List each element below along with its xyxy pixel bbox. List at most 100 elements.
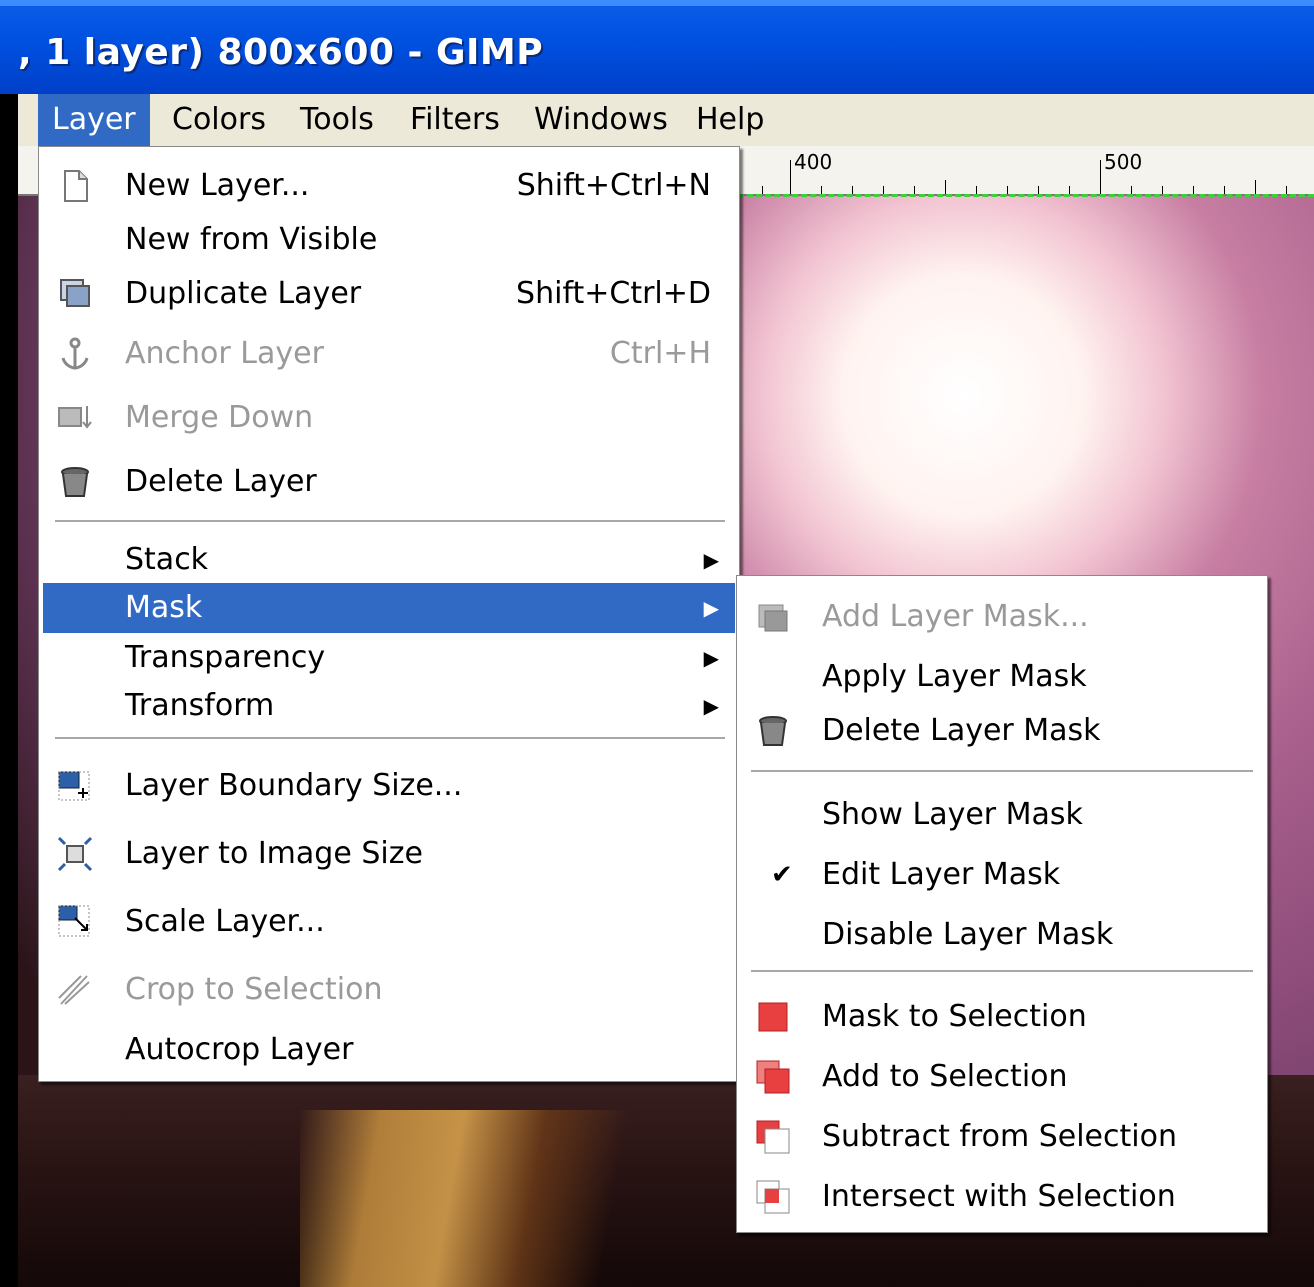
menu-windows[interactable]: Windows	[520, 94, 682, 146]
menu-item-transform[interactable]: Transform ▶	[39, 681, 739, 731]
ruler-tick	[1286, 186, 1287, 194]
layer-to-image-icon	[57, 836, 93, 872]
add-to-selection-icon	[756, 1060, 790, 1094]
menu-item-edit-layer-mask[interactable]: ✔ Edit Layer Mask	[737, 850, 1267, 900]
menu-layer[interactable]: Layer	[38, 94, 150, 146]
ruler-tick	[976, 186, 977, 194]
submenu-arrow-icon: ▶	[703, 548, 719, 572]
submenu-arrow-icon: ▶	[703, 596, 719, 620]
menu-item-add-to-selection[interactable]: Add to Selection	[737, 1052, 1267, 1102]
menu-item-show-layer-mask[interactable]: Show Layer Mask	[737, 790, 1267, 840]
menu-item-merge-down[interactable]: Merge Down	[39, 393, 739, 443]
menu-item-mask-to-selection[interactable]: Mask to Selection	[737, 992, 1267, 1042]
submenu-arrow-icon: ▶	[703, 646, 719, 670]
menu-bar: Layer Colors Tools Filters Windows Help	[18, 94, 1314, 146]
menu-item-label: Scale Layer...	[125, 904, 325, 939]
window-title: , 1 layer) 800x600 - GIMP	[18, 32, 544, 73]
menu-item-mask[interactable]: Mask ▶	[43, 583, 735, 633]
ruler-tick	[1255, 180, 1256, 194]
menu-item-shortcut: Shift+Ctrl+N	[516, 168, 711, 203]
selection-marquee	[738, 194, 1314, 197]
menu-item-label: Stack	[125, 542, 209, 577]
checkmark-icon: ✔	[771, 860, 793, 890]
scale-layer-icon	[58, 905, 90, 937]
intersect-selection-icon	[756, 1180, 790, 1214]
add-mask-icon	[758, 604, 788, 632]
menu-item-autocrop-layer[interactable]: Autocrop Layer	[39, 1025, 739, 1075]
menu-item-stack[interactable]: Stack ▶	[39, 535, 739, 585]
menu-item-duplicate-layer[interactable]: Duplicate Layer Shift+Ctrl+D	[39, 269, 739, 319]
menu-item-crop-to-selection[interactable]: Crop to Selection	[39, 965, 739, 1015]
menu-item-add-layer-mask[interactable]: Add Layer Mask...	[737, 592, 1267, 642]
menu-item-delete-layer[interactable]: Delete Layer	[39, 457, 739, 507]
ruler-tick	[1069, 186, 1070, 194]
menu-separator	[55, 520, 725, 522]
menu-item-apply-layer-mask[interactable]: Apply Layer Mask	[737, 652, 1267, 702]
menu-item-disable-layer-mask[interactable]: Disable Layer Mask	[737, 910, 1267, 960]
menu-item-label: Duplicate Layer	[125, 276, 362, 311]
trash-icon	[759, 716, 787, 746]
ruler-label: 500	[1104, 150, 1143, 174]
menu-item-subtract-from-selection[interactable]: Subtract from Selection	[737, 1112, 1267, 1162]
ruler-tick	[945, 180, 946, 194]
menu-item-layer-boundary-size[interactable]: Layer Boundary Size...	[39, 761, 739, 811]
mask-to-selection-icon	[758, 1002, 788, 1032]
menu-item-intersect-with-selection[interactable]: Intersect with Selection	[737, 1172, 1267, 1222]
menu-item-label: Show Layer Mask	[822, 797, 1083, 832]
merge-down-icon	[58, 406, 92, 429]
menu-item-label: Mask to Selection	[822, 999, 1087, 1034]
menu-item-label: Layer Boundary Size...	[125, 768, 463, 803]
menu-item-label: Intersect with Selection	[822, 1179, 1176, 1214]
ruler-tick	[1224, 186, 1225, 194]
menu-item-label: Subtract from Selection	[822, 1119, 1177, 1154]
horizontal-ruler[interactable]: 400 500	[738, 146, 1314, 196]
mask-submenu: Add Layer Mask... Apply Layer Mask Delet…	[736, 575, 1268, 1233]
menu-colors[interactable]: Colors	[158, 94, 280, 146]
menu-item-transparency[interactable]: Transparency ▶	[39, 633, 739, 683]
menu-item-label: Add Layer Mask...	[822, 599, 1089, 634]
menu-item-label: Transform	[125, 688, 275, 723]
ruler-tick	[1131, 186, 1132, 194]
canvas-pier	[300, 1110, 680, 1287]
menu-item-label: Crop to Selection	[125, 972, 383, 1007]
menu-item-label: Edit Layer Mask	[822, 857, 1061, 892]
menu-item-label: Anchor Layer	[125, 336, 324, 371]
submenu-arrow-icon: ▶	[703, 694, 719, 718]
menu-item-label: Transparency	[125, 640, 326, 675]
menu-item-new-from-visible[interactable]: New from Visible	[39, 215, 739, 265]
menu-item-label: Mask	[125, 590, 203, 625]
ruler-tick	[821, 186, 822, 194]
menu-item-new-layer[interactable]: New Layer... Shift+Ctrl+N	[39, 161, 739, 211]
menu-item-label: Autocrop Layer	[125, 1032, 354, 1067]
menu-separator	[751, 770, 1253, 772]
ruler-tick	[762, 186, 763, 194]
menu-item-anchor-layer[interactable]: Anchor Layer Ctrl+H	[39, 329, 739, 379]
anchor-icon	[61, 337, 89, 370]
menu-item-label: Add to Selection	[822, 1059, 1068, 1094]
menu-item-shortcut: Ctrl+H	[609, 336, 711, 371]
trash-icon	[61, 467, 89, 497]
menu-item-label: Layer to Image Size	[125, 836, 423, 871]
menu-item-layer-to-image-size[interactable]: Layer to Image Size	[39, 829, 739, 879]
menu-help[interactable]: Help	[682, 94, 778, 146]
menu-item-label: Merge Down	[125, 400, 314, 435]
ruler-tick	[1193, 186, 1194, 194]
menu-item-label: Apply Layer Mask	[822, 659, 1087, 694]
ruler-corner	[18, 146, 40, 196]
ruler-tick	[1007, 186, 1008, 194]
duplicate-layer-icon	[60, 279, 90, 307]
crop-icon	[58, 975, 90, 1005]
ruler-tick	[1038, 186, 1039, 194]
menu-item-shortcut: Shift+Ctrl+D	[516, 276, 711, 311]
menu-item-delete-layer-mask[interactable]: Delete Layer Mask	[737, 706, 1267, 756]
ruler-tick	[1100, 160, 1101, 194]
subtract-selection-icon	[756, 1120, 790, 1154]
layer-boundary-icon	[58, 771, 90, 801]
menu-item-label: New from Visible	[125, 222, 378, 257]
menu-item-label: New Layer...	[125, 168, 310, 203]
layer-menu: New Layer... Shift+Ctrl+N New from Visib…	[38, 146, 740, 1082]
menu-item-scale-layer[interactable]: Scale Layer...	[39, 897, 739, 947]
menu-separator	[55, 737, 725, 739]
menu-tools[interactable]: Tools	[286, 94, 388, 146]
menu-filters[interactable]: Filters	[396, 94, 514, 146]
